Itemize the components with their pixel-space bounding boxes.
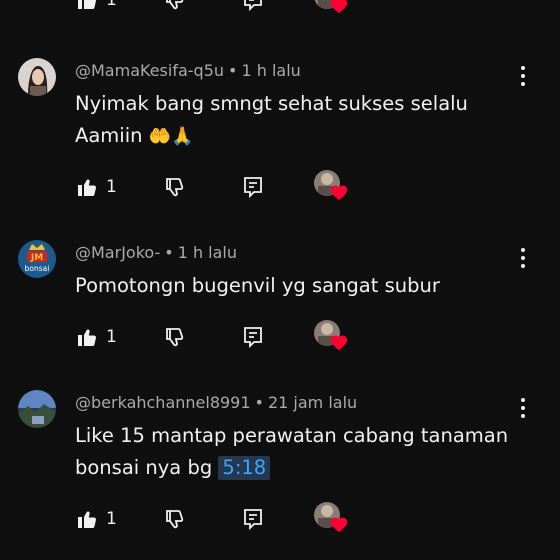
like-count: 1 <box>106 0 117 10</box>
thumbs-up-icon <box>78 0 96 9</box>
comment-line-1: Pomotongn bugenvil yg sangat subur <box>75 274 440 297</box>
comment-line-2: bonsai nya bg <box>75 456 213 479</box>
reply-button[interactable] <box>240 507 266 531</box>
comment-meta: @MamaKesifa-q5u • 1 h lalu <box>75 61 301 80</box>
heart-icon <box>330 185 348 201</box>
reply-icon <box>244 509 262 531</box>
creator-heart <box>314 170 350 204</box>
heart-icon <box>330 517 348 533</box>
comment-actions: 1 <box>0 320 560 354</box>
comment-meta: @MarJoko- • 1 h lalu <box>75 243 237 262</box>
comment-age[interactable]: 21 jam lalu <box>268 393 357 412</box>
like-count: 1 <box>106 509 117 529</box>
comment-actions: 1 <box>0 502 560 536</box>
thumbs-down-icon <box>166 0 184 10</box>
more-options-button[interactable] <box>512 64 534 88</box>
dislike-button[interactable] <box>162 175 188 199</box>
comment-line-1: Like 15 mantap perawatan cabang tanaman <box>75 424 509 447</box>
comment-line-1: Nyimak bang smngt sehat sukses selalu <box>75 92 468 115</box>
avatar[interactable] <box>18 390 56 428</box>
comment-meta: @berkahchannel8991 • 21 jam lalu <box>75 393 357 412</box>
author-name[interactable]: @MamaKesifa-q5u <box>75 61 224 80</box>
comment-actions: 1 <box>0 170 560 204</box>
thumbs-up-icon <box>78 179 96 196</box>
comment-line-2: Aamiin <box>75 124 143 147</box>
logo-subtext: bonsai <box>25 264 50 273</box>
comment-age[interactable]: 1 h lalu <box>178 243 237 262</box>
emoji-hands: 🤲🙏 <box>148 126 194 147</box>
like-count: 1 <box>106 177 117 197</box>
previous-comment-actions: 1 <box>0 0 560 16</box>
creator-heart <box>314 320 350 354</box>
more-vert-icon <box>521 66 525 86</box>
comment-age[interactable]: 1 h lalu <box>241 61 300 80</box>
reply-button[interactable] <box>240 325 266 349</box>
like-button[interactable] <box>74 507 100 531</box>
separator: • <box>164 243 174 262</box>
creator-heart <box>314 0 350 17</box>
thumbs-down-icon <box>166 178 184 197</box>
comments-screen: 1 @MamaKesifa-q5u • 1 h lalu Nyimak bang s… <box>0 0 560 560</box>
thumbs-up-icon <box>78 511 96 528</box>
reply-icon <box>244 177 262 199</box>
comment-text: Nyimak bang smngt sehat sukses selalu Aa… <box>75 88 515 153</box>
separator: • <box>254 393 264 412</box>
jm-bonsai-logo: JM bonsai <box>18 240 56 278</box>
dislike-button[interactable] <box>162 325 188 349</box>
reply-icon <box>244 0 262 12</box>
separator: • <box>228 61 238 80</box>
more-vert-icon <box>521 248 525 268</box>
author-name[interactable]: @MarJoko- <box>75 243 160 262</box>
heart-icon <box>330 0 348 14</box>
comment-text: Pomotongn bugenvil yg sangat subur <box>75 270 515 302</box>
logo-text: JM <box>30 253 43 263</box>
comment-text: Like 15 mantap perawatan cabang tanaman … <box>75 420 515 484</box>
reply-icon <box>244 327 262 349</box>
author-name[interactable]: @berkahchannel8991 <box>75 393 251 412</box>
thumbs-down-icon <box>166 328 184 347</box>
heart-icon <box>330 335 348 351</box>
timestamp-link[interactable]: 5:18 <box>218 456 271 480</box>
reply-button[interactable] <box>240 175 266 199</box>
like-count: 1 <box>106 327 117 347</box>
more-options-button[interactable] <box>512 246 534 270</box>
thumbs-down-icon <box>166 510 184 529</box>
avatar[interactable]: JM bonsai <box>18 240 56 278</box>
thumbs-up-icon <box>78 329 96 346</box>
dislike-button[interactable] <box>162 0 188 12</box>
dislike-button[interactable] <box>162 507 188 531</box>
like-button[interactable] <box>74 175 100 199</box>
like-button[interactable] <box>74 0 100 12</box>
like-button[interactable] <box>74 325 100 349</box>
reply-button[interactable] <box>240 0 266 12</box>
more-options-button[interactable] <box>512 396 534 420</box>
avatar[interactable] <box>18 58 56 96</box>
more-vert-icon <box>521 398 525 418</box>
landscape-photo <box>18 390 56 428</box>
creator-heart <box>314 502 350 536</box>
